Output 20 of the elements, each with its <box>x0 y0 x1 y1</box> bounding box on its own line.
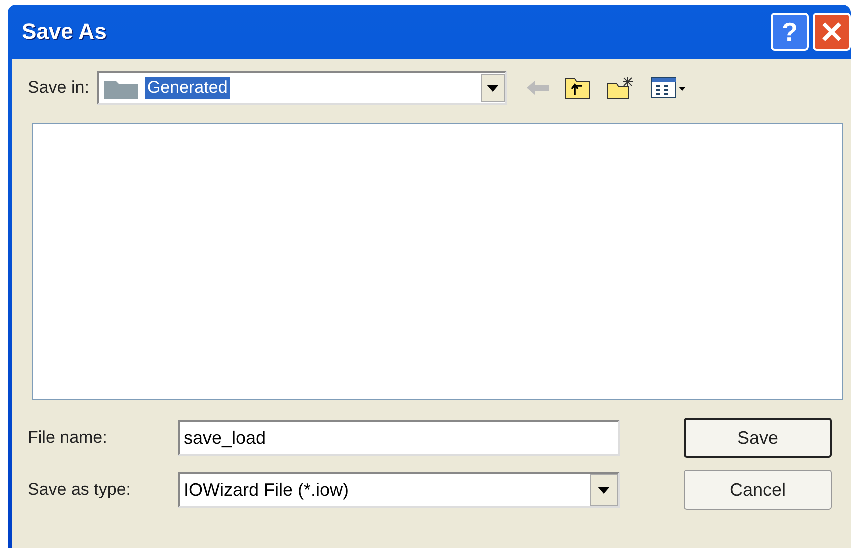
close-button[interactable] <box>813 13 851 51</box>
cancel-button[interactable]: Cancel <box>684 470 832 510</box>
save-in-label: Save in: <box>28 78 90 98</box>
view-menu-icon[interactable] <box>651 76 688 100</box>
close-icon <box>821 21 843 43</box>
folder-name: Generated <box>145 77 230 99</box>
save-as-type-label: Save as type: <box>28 480 132 500</box>
file-name-label: File name: <box>28 428 108 448</box>
dropdown-arrow-button[interactable] <box>481 74 506 102</box>
save-in-dropdown[interactable]: Generated <box>97 71 508 105</box>
dropdown-arrow-button[interactable] <box>590 474 618 506</box>
help-button[interactable]: ? <box>771 13 809 51</box>
up-folder-icon[interactable] <box>565 76 592 100</box>
window-title: Save As <box>22 19 108 45</box>
dropdown-arrow-icon <box>598 486 610 494</box>
save-as-type-dropdown[interactable]: IOWizard File (*.iow) <box>178 472 620 508</box>
new-folder-icon[interactable] <box>607 76 636 100</box>
dropdown-arrow-icon <box>487 84 500 92</box>
save-button[interactable]: Save <box>684 418 832 458</box>
file-name-field[interactable]: save_load <box>178 420 620 456</box>
